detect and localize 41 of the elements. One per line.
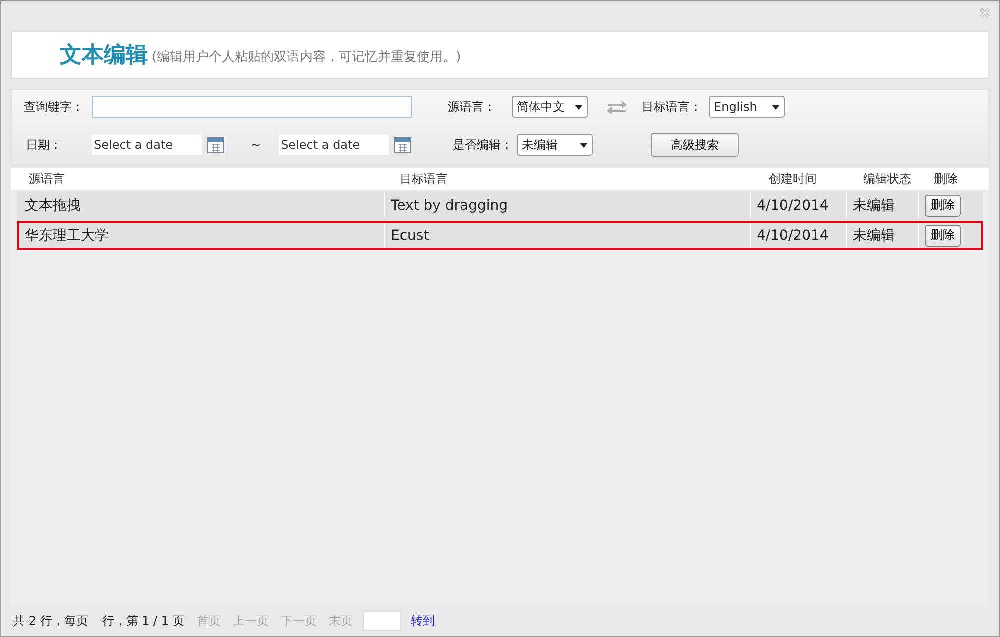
table-cell: 华东理工大学: [19, 223, 385, 248]
table-cell: 4/10/2014: [751, 223, 847, 248]
delete-button[interactable]: 删除: [925, 224, 961, 246]
calendar-icon[interactable]: [394, 136, 412, 154]
date-label: 日期：: [25, 136, 63, 154]
page-title: 文本编辑: [60, 42, 148, 70]
delete-button[interactable]: 删除: [925, 194, 961, 216]
edited-label: 是否编辑：: [453, 136, 514, 154]
date-field[interactable]: Select a date: [92, 135, 202, 155]
caret-icon: [772, 104, 780, 110]
table-cell: 4/10/2014: [751, 193, 847, 218]
table-cell: Text by dragging: [385, 193, 751, 218]
source-language-select[interactable]: 简体中文: [512, 96, 588, 118]
column-header: 创建时间: [768, 170, 818, 188]
keyword-label: 查询键字：: [24, 98, 85, 116]
source-language-label: 源语言：: [448, 98, 497, 116]
edited-select[interactable]: 未编辑: [517, 134, 594, 156]
go-link[interactable]: 转到: [410, 612, 435, 630]
pager-summary: 行，第 1 / 1 页: [102, 612, 185, 630]
table-cell: 未编辑: [847, 193, 919, 218]
keyword-field[interactable]: [92, 96, 412, 118]
column-header: 编辑状态: [863, 170, 912, 188]
pager-summary: 共 2 行，每页: [13, 612, 88, 630]
range-separator: ~: [251, 138, 262, 152]
page-subtitle: (编辑用户个人粘贴的双语内容，可记忆并重复使用。): [152, 49, 462, 66]
table-cell: Ecust: [385, 223, 751, 248]
column-header: 删除: [934, 170, 959, 188]
caret-icon: [575, 104, 583, 110]
calendar-icon[interactable]: [207, 136, 225, 154]
caret-icon: [580, 142, 588, 148]
target-language-label: 目标语言：: [642, 98, 703, 116]
advanced-search-button[interactable]: 高级搜索: [651, 133, 740, 157]
date-field[interactable]: Select a date: [279, 135, 390, 155]
column-header: 目标语言: [400, 170, 449, 188]
column-header: 源语言: [28, 170, 66, 188]
target-language-select[interactable]: English: [709, 96, 785, 118]
table-cell: 未编辑: [847, 223, 919, 248]
page-number-field[interactable]: [362, 611, 401, 631]
swap-icon[interactable]: [606, 100, 628, 114]
table-cell: 文本拖拽: [19, 193, 385, 218]
close-icon[interactable]: [979, 7, 991, 19]
